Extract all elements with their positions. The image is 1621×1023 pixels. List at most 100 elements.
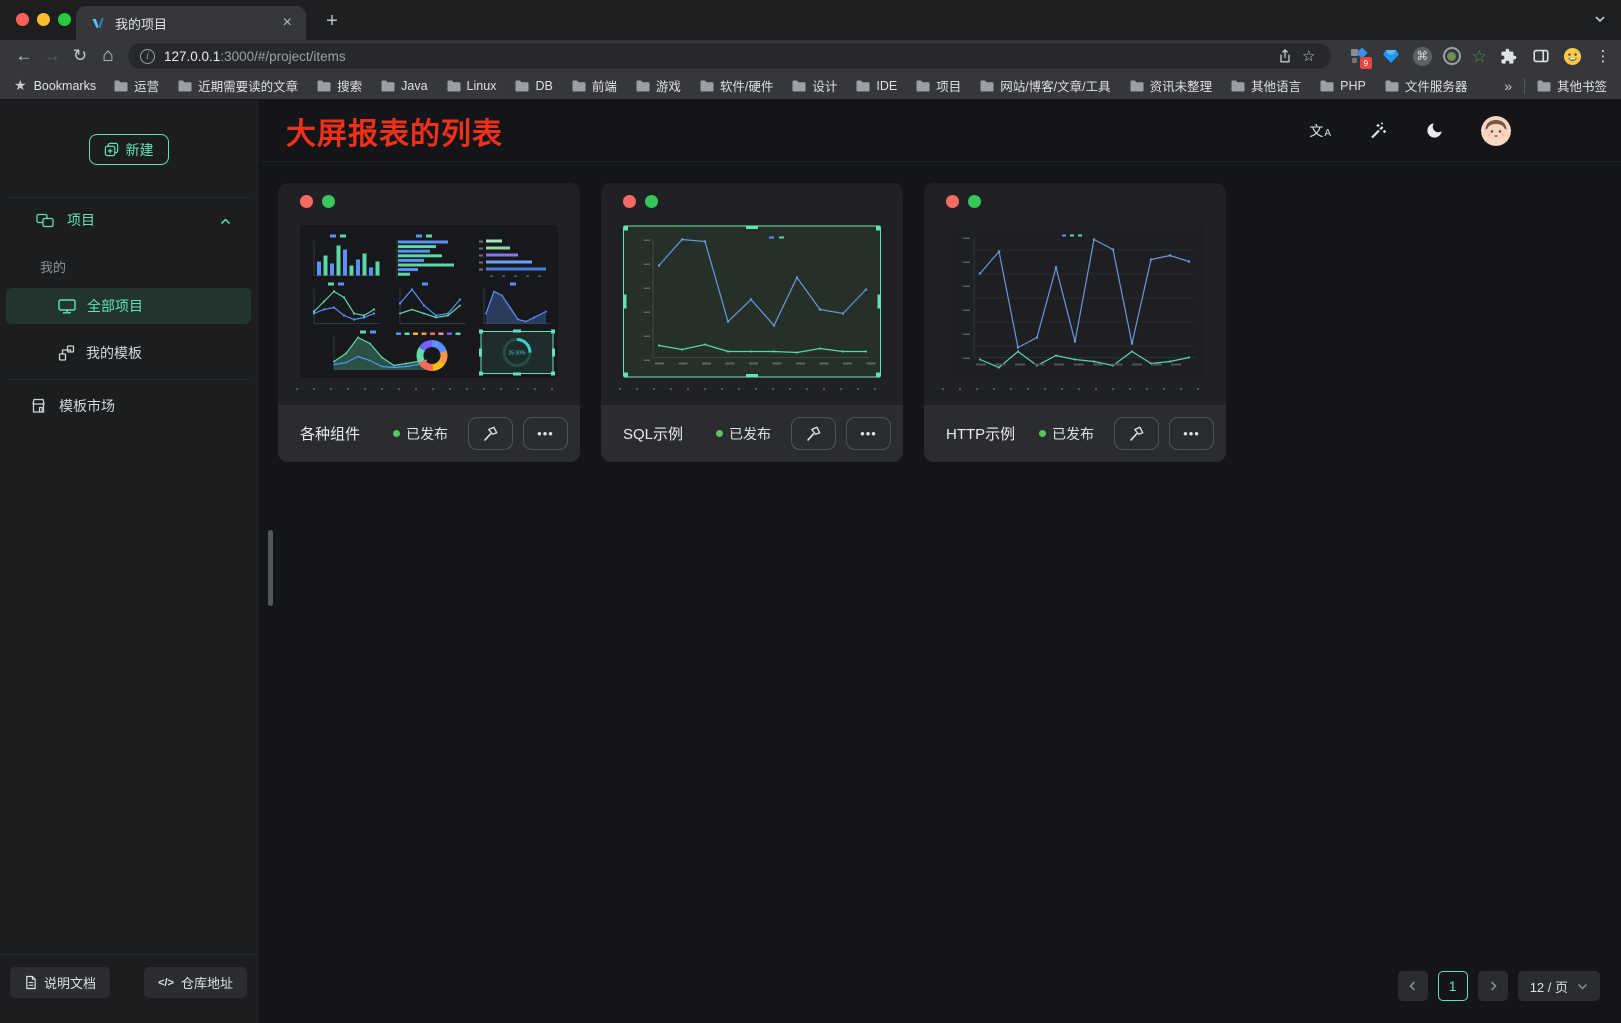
project-thumbnail[interactable]: 25.00% <box>300 225 558 378</box>
bookmark-folder[interactable]: Linux <box>447 79 497 93</box>
bookmark-folder-label: 运营 <box>134 76 159 95</box>
bookmark-folder[interactable]: 近期需要读的文章 <box>178 76 298 95</box>
card-traffic-dots <box>623 195 658 208</box>
bookmark-folder[interactable]: 软件/硬件 <box>700 76 773 95</box>
bookmark-folder[interactable]: 项目 <box>916 76 961 95</box>
site-info-icon[interactable]: i <box>140 49 155 64</box>
extension-recorder-icon[interactable] <box>1443 47 1461 65</box>
sidebar-item-template-market[interactable]: 模板市场 <box>0 390 257 422</box>
bookmark-folder-label: 资讯未整理 <box>1150 76 1213 95</box>
ellipsis-icon: ••• <box>860 426 877 441</box>
folder-icon <box>515 80 529 92</box>
scrollbar-thumb[interactable] <box>268 530 273 606</box>
repo-button[interactable]: </> 仓库地址 <box>144 967 247 998</box>
project-card[interactable]: HTTP示例 已发布 ••• <box>924 183 1226 462</box>
hammer-icon <box>482 425 499 442</box>
browser-menu-icon[interactable]: ⋮ <box>1595 47 1611 65</box>
project-card[interactable]: 25.00% 各种组件 已发布 ••• <box>278 183 580 462</box>
dark-mode-moon-icon[interactable] <box>1425 121 1444 140</box>
sidebar-item-all-projects[interactable]: 全部项目 <box>6 288 251 324</box>
bookmark-folder[interactable]: 游戏 <box>636 76 681 95</box>
tab-close-icon[interactable]: × <box>279 15 296 31</box>
project-thumbnail[interactable] <box>623 225 881 378</box>
bookmark-folder[interactable]: 资讯未整理 <box>1130 76 1213 95</box>
bookmark-folder[interactable]: 其他语言 <box>1231 76 1301 95</box>
folder-icon <box>381 80 395 92</box>
bookmark-folder[interactable]: 前端 <box>572 76 617 95</box>
bookmark-folder[interactable]: 运营 <box>114 76 159 95</box>
window-close-button[interactable] <box>16 13 29 26</box>
share-icon[interactable] <box>1273 45 1297 67</box>
bookmarks-overflow-chevron[interactable]: » <box>1504 78 1512 94</box>
sidebar-item-my-templates[interactable]: 我的模板 <box>6 335 251 371</box>
bookmark-folder[interactable]: Java <box>381 79 427 93</box>
more-options-button[interactable]: ••• <box>1169 417 1214 450</box>
page-size-select[interactable]: 12 / 页 <box>1518 971 1600 1001</box>
page-title: 大屏报表的列表 <box>286 109 1309 153</box>
user-avatar[interactable] <box>1481 116 1511 146</box>
dotted-divider <box>619 388 885 390</box>
bookmark-folder-label: 前端 <box>592 76 617 95</box>
bookmark-folder-label: 游戏 <box>656 76 681 95</box>
edit-project-button[interactable] <box>468 417 513 450</box>
sidebar-item-project[interactable]: 项目 <box>0 204 257 236</box>
bookmark-folder[interactable]: PHP <box>1320 79 1366 93</box>
status-badge: 已发布 <box>716 424 771 444</box>
address-bar[interactable]: i 127.0.0.1 :3000/#/project/items ☆ <box>128 43 1331 69</box>
browser-tab[interactable]: 我的项目 × <box>76 6 306 40</box>
extensions-puzzle-icon[interactable] <box>1498 46 1519 67</box>
bookmark-folder-label: Java <box>401 79 427 93</box>
template-icon <box>58 345 75 361</box>
forward-icon[interactable]: → <box>38 43 66 69</box>
hammer-icon <box>1128 425 1145 442</box>
sidebar-divider <box>8 379 249 380</box>
extension-command-icon[interactable]: ⌘ <box>1413 47 1432 66</box>
extension-star-icon[interactable]: ☆ <box>1472 48 1487 65</box>
folder-icon <box>572 80 586 92</box>
new-project-button[interactable]: 新建 <box>89 134 169 165</box>
project-card[interactable]: SQL示例 已发布 ••• <box>601 183 903 462</box>
bookmark-star-icon[interactable]: ☆ <box>1297 45 1321 67</box>
window-controls[interactable] <box>16 13 71 26</box>
current-page-button[interactable]: 1 <box>1438 971 1468 1001</box>
back-icon[interactable]: ← <box>10 43 38 69</box>
chevron-down-icon <box>1577 983 1588 990</box>
edit-project-button[interactable] <box>791 417 836 450</box>
reload-icon[interactable]: ↻ <box>66 43 94 69</box>
more-options-button[interactable]: ••• <box>846 417 891 450</box>
project-thumbnail[interactable] <box>946 225 1204 378</box>
bookmark-folder[interactable]: 设计 <box>792 76 837 95</box>
sidebar-footer: 说明文档 </> 仓库地址 <box>0 954 257 1023</box>
home-icon[interactable]: ⌂ <box>94 43 122 69</box>
chevron-up-icon[interactable] <box>220 212 231 228</box>
bookmark-folder[interactable]: 搜索 <box>317 76 362 95</box>
side-panel-icon[interactable] <box>1530 46 1551 67</box>
bookmark-folder[interactable]: 文件服务器 <box>1385 76 1468 95</box>
bookmark-folder[interactable]: 网站/博客/文章/工具 <box>980 76 1110 95</box>
window-zoom-button[interactable] <box>58 13 71 26</box>
folder-icon <box>700 80 714 92</box>
edit-project-button[interactable] <box>1114 417 1159 450</box>
tab-search-chevron-icon[interactable] <box>1593 12 1607 31</box>
prev-page-button[interactable] <box>1398 971 1428 1001</box>
emoji-extension-icon[interactable] <box>1562 46 1583 67</box>
sidebar-my-templates-label: 我的模板 <box>86 343 142 363</box>
docs-button[interactable]: 说明文档 <box>10 967 110 998</box>
other-bookmarks[interactable]: 其他书签 <box>1537 76 1607 95</box>
sidebar-divider <box>8 197 249 198</box>
card-red-dot <box>300 195 313 208</box>
bookmark-folder-label: IDE <box>876 79 897 93</box>
bookmark-folder[interactable]: DB <box>515 79 552 93</box>
magic-wand-icon[interactable] <box>1368 121 1388 141</box>
dotted-divider <box>942 388 1208 390</box>
bookmark-folder[interactable]: IDE <box>856 79 897 93</box>
card-green-dot <box>645 195 658 208</box>
pagination: 1 12 / 页 <box>1398 971 1600 1001</box>
next-page-button[interactable] <box>1478 971 1508 1001</box>
new-tab-button[interactable]: + <box>320 9 344 33</box>
extension-grid-icon[interactable]: 9 <box>1349 46 1370 67</box>
translate-icon[interactable]: 文A <box>1309 121 1331 141</box>
more-options-button[interactable]: ••• <box>523 417 568 450</box>
window-minimize-button[interactable] <box>37 13 50 26</box>
extension-gem-icon[interactable] <box>1381 46 1402 67</box>
